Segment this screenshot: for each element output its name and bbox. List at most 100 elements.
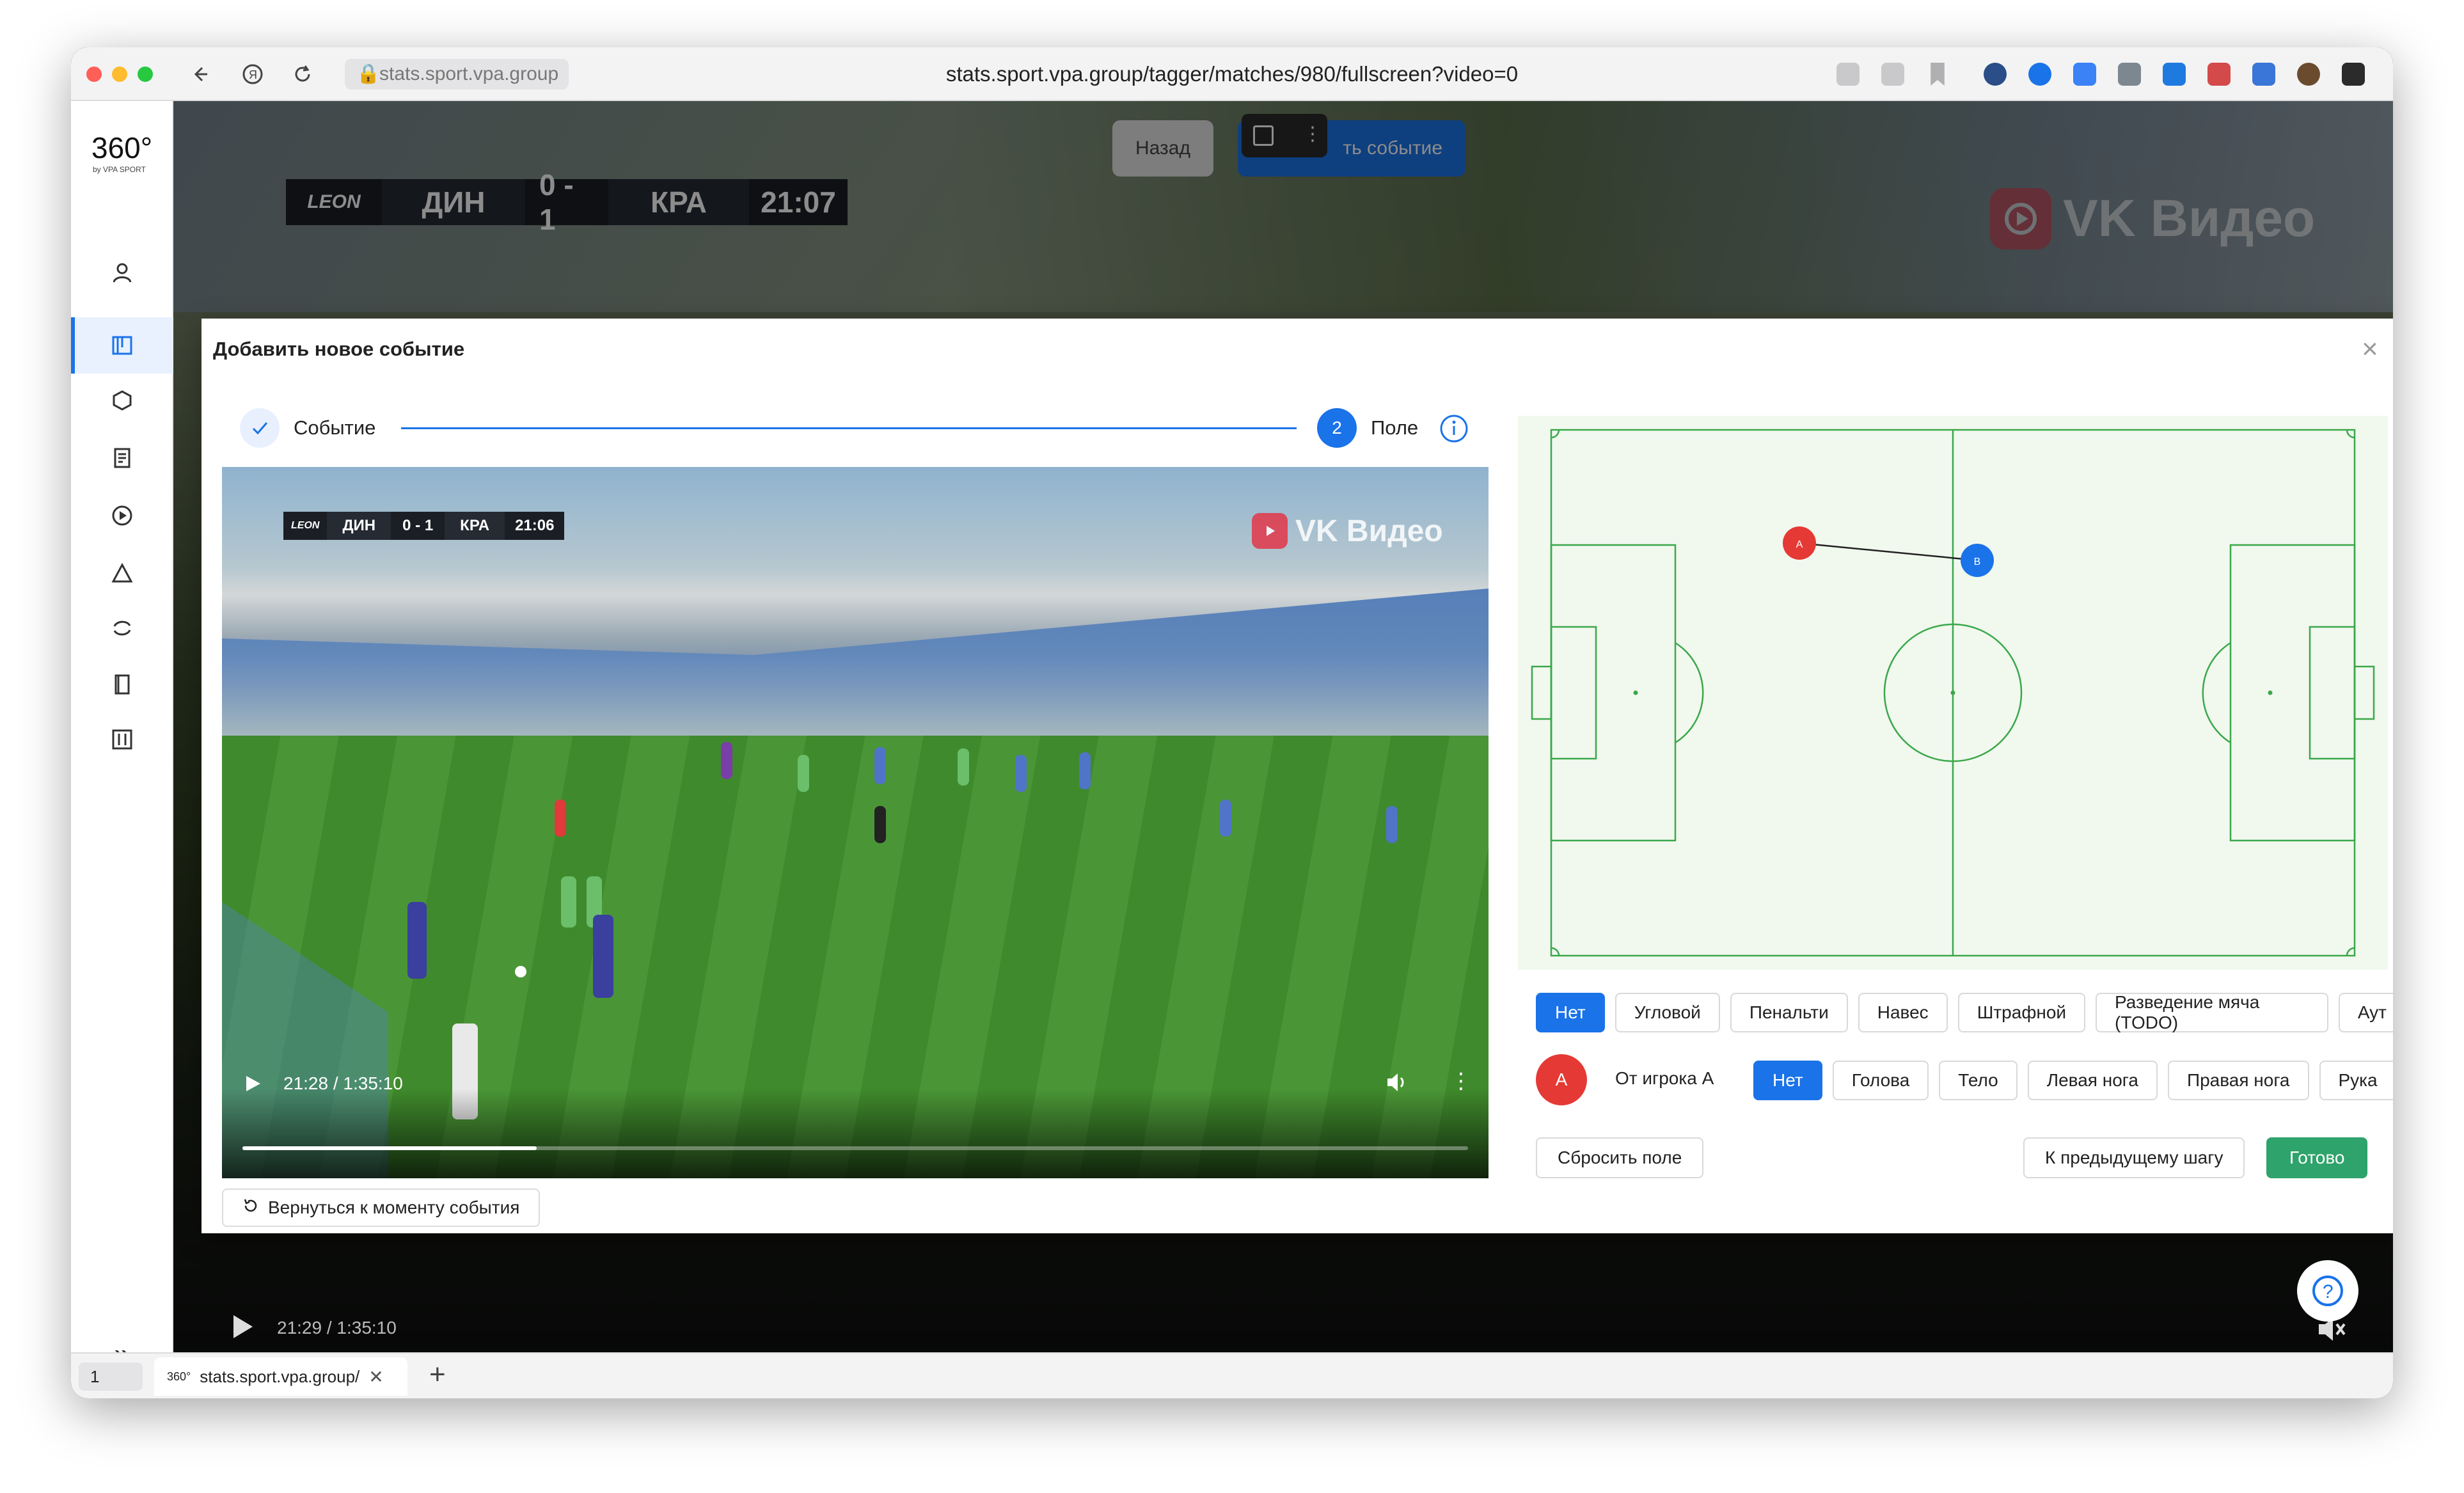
check-icon: [240, 408, 280, 448]
close-window-button[interactable]: [86, 67, 102, 82]
body-part-left-foot[interactable]: Левая нога: [2027, 1061, 2158, 1100]
pitch[interactable]: A B: [1518, 416, 2388, 970]
return-to-event-button[interactable]: Вернуться к моменту события: [222, 1189, 541, 1227]
body-part-body[interactable]: Тело: [1939, 1061, 2018, 1100]
menu-icon[interactable]: [2342, 63, 2365, 86]
close-tab-icon[interactable]: ✕: [368, 1366, 383, 1387]
video-away-team: КРА: [445, 512, 505, 540]
reset-field-button[interactable]: Сбросить поле: [1536, 1137, 1704, 1178]
board-icon[interactable]: [104, 328, 140, 363]
video-player: [407, 902, 427, 979]
triangle-icon[interactable]: [104, 555, 140, 591]
event-type-penalty[interactable]: Пенальти: [1730, 993, 1848, 1032]
book-icon[interactable]: [104, 667, 140, 702]
password-manager-icon[interactable]: [2028, 63, 2051, 86]
video-player: [721, 742, 732, 779]
reload-icon[interactable]: [288, 60, 317, 88]
picture-in-picture-icon[interactable]: [2207, 63, 2231, 86]
video-more-icon[interactable]: ⋮: [1450, 1068, 1472, 1094]
event-type-free-kick[interactable]: Штрафной: [1957, 993, 2086, 1032]
lock-icon: 🔒: [356, 63, 381, 84]
video-player: [1015, 755, 1027, 792]
event-type-group: Нет Угловой Пенальти Навес Штрафной Разв…: [1536, 992, 2393, 1032]
body-part-hand[interactable]: Рука: [2319, 1061, 2393, 1100]
url-short-text: stats.sport.vpa.group: [379, 63, 559, 84]
play-circle-icon[interactable]: [104, 498, 140, 533]
event-type-corner[interactable]: Угловой: [1615, 993, 1720, 1032]
background-time: 21:29 / 1:35:10: [277, 1318, 397, 1338]
video-player: [1220, 800, 1231, 837]
downloads-icon[interactable]: [1881, 63, 1904, 86]
event-video[interactable]: LEON ДИН 0 - 1 КРА 21:06 VK Видео 21:28 …: [222, 467, 1489, 1178]
tab-count[interactable]: 1: [79, 1363, 143, 1391]
body-part-right-foot[interactable]: Правая нога: [2167, 1061, 2309, 1100]
video-player: [874, 747, 886, 784]
video-clock: 21:06: [505, 512, 565, 540]
step-2-number: 2: [1317, 408, 1357, 448]
video-referee: [874, 806, 886, 843]
user-icon[interactable]: [104, 255, 140, 290]
step-2-label: Поле: [1371, 416, 1419, 439]
body-part-head[interactable]: Голова: [1832, 1061, 1929, 1100]
back-arrow-icon[interactable]: [186, 60, 214, 88]
maximize-window-button[interactable]: [138, 67, 153, 82]
bookmark-icon[interactable]: [1931, 63, 1945, 86]
background-video-controls: 21:29 / 1:35:10: [173, 1269, 2393, 1364]
video-home-team: ДИН: [327, 512, 391, 540]
event-type-throw-in[interactable]: Аут: [2338, 993, 2393, 1032]
video-progress-track[interactable]: [242, 1146, 1468, 1150]
background-play-icon[interactable]: [231, 1314, 254, 1343]
new-tab-icon[interactable]: +: [429, 1359, 446, 1391]
event-type-none[interactable]: Нет: [1536, 993, 1605, 1032]
event-type-cross[interactable]: Навес: [1858, 993, 1948, 1032]
player-a-marker[interactable]: A: [1536, 1054, 1587, 1105]
help-button[interactable]: ?: [2297, 1260, 2358, 1322]
report-icon[interactable]: [104, 440, 140, 476]
add-event-modal: Добавить новое событие × Событие 2 Поле …: [201, 319, 2393, 1233]
video-player: [958, 748, 969, 786]
downloads-badge-icon[interactable]: [2252, 63, 2275, 86]
address-bar-short[interactable]: 🔒 stats.sport.vpa.group: [345, 59, 569, 90]
sidebar: 360° by VPA SPORT »: [71, 101, 173, 1370]
network-icon[interactable]: [2163, 63, 2186, 86]
body-part-group: Нет Голова Тело Левая нога Правая нога Р…: [1753, 1061, 2393, 1100]
close-icon[interactable]: ×: [2357, 335, 2383, 363]
video-player: [561, 876, 576, 928]
video-progress-fill: [242, 1146, 537, 1150]
profile-avatar[interactable]: [2297, 63, 2320, 86]
tab-title: stats.sport.vpa.group/: [200, 1366, 360, 1386]
react-devtools-icon[interactable]: [1984, 63, 2007, 86]
video-score: 0 - 1: [391, 512, 445, 540]
video-vk-icon: [1252, 513, 1288, 549]
video-volume-icon[interactable]: [1386, 1072, 1409, 1096]
video-sponsor: LEON: [283, 512, 328, 540]
step-1[interactable]: Событие: [240, 408, 375, 448]
video-player: [1386, 806, 1398, 843]
ext-cloud-icon[interactable]: [2073, 63, 2096, 86]
svg-text:Я: Я: [249, 68, 257, 81]
stats-bars-icon[interactable]: [2118, 63, 2141, 86]
yandex-icon[interactable]: Я: [239, 60, 267, 88]
body-part-none[interactable]: Нет: [1753, 1061, 1822, 1100]
video-player: [1079, 752, 1091, 789]
translate-icon[interactable]: [1836, 63, 1860, 86]
done-button[interactable]: Готово: [2266, 1137, 2368, 1178]
video-play-icon[interactable]: [245, 1075, 262, 1096]
event-type-kickoff[interactable]: Разведение мяча (TODO): [2096, 992, 2328, 1032]
hexagon-icon[interactable]: [104, 383, 140, 418]
app-logo[interactable]: 360°: [91, 130, 152, 165]
video-vk-watermark: VK Видео: [1252, 513, 1443, 549]
step-1-label: Событие: [294, 416, 376, 439]
browser-tab[interactable]: 360° stats.sport.vpa.group/ ✕: [154, 1357, 407, 1396]
info-icon[interactable]: [1439, 413, 1469, 447]
pitch-point-b-label: B: [1974, 557, 1981, 567]
minimize-window-button[interactable]: [112, 67, 127, 82]
svg-text:?: ?: [2323, 1281, 2334, 1302]
app-logo-sub: by VPA SPORT: [93, 165, 146, 174]
sliders-icon[interactable]: [104, 722, 140, 757]
sync-icon[interactable]: [104, 610, 140, 646]
return-button-label: Вернуться к моменту события: [268, 1197, 520, 1217]
previous-step-button[interactable]: К предыдущему шагу: [2023, 1137, 2245, 1178]
video-player: [798, 755, 809, 792]
step-2[interactable]: 2 Поле: [1317, 408, 1418, 448]
